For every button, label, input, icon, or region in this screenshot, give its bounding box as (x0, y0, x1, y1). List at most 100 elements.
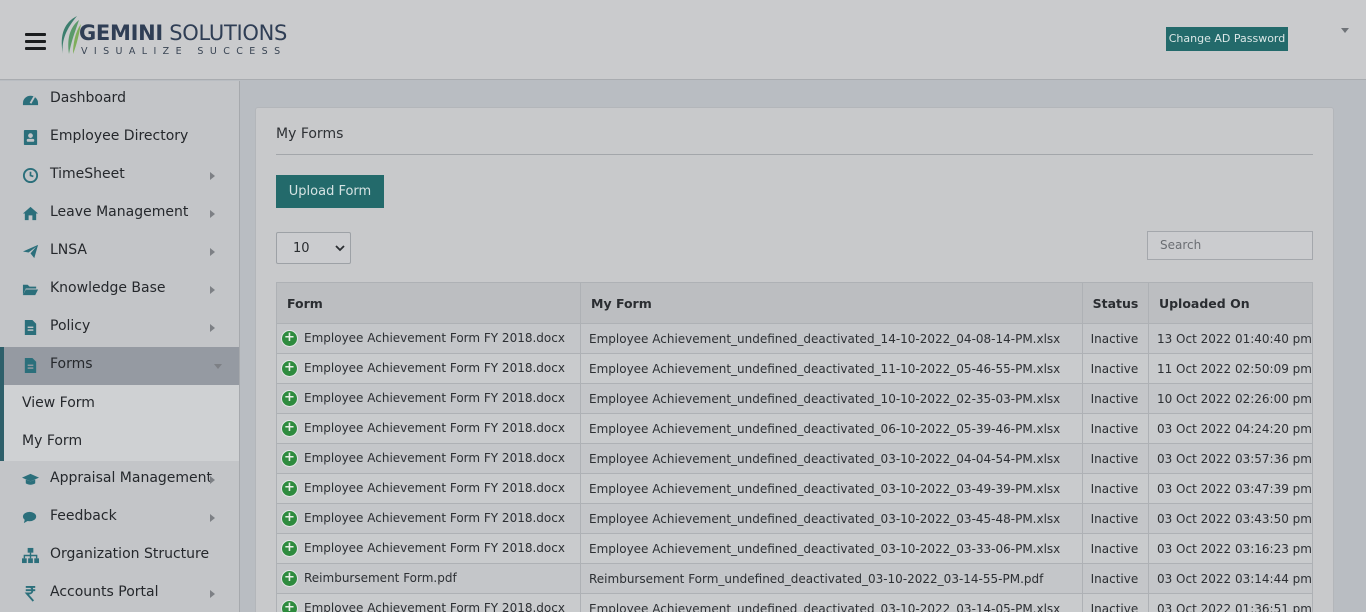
column-header-form[interactable]: Form (276, 282, 581, 324)
hamburger-menu-icon[interactable] (25, 33, 46, 50)
expand-plus-icon[interactable]: + (281, 390, 298, 407)
sidebar-subitem-my-form[interactable]: My Form (0, 423, 239, 461)
my-form-cell: Employee Achievement_undefined_deactivat… (580, 413, 1083, 444)
table-row[interactable]: + Employee Achievement Form FY 2018.docx … (276, 593, 1314, 612)
expand-plus-icon[interactable]: + (281, 600, 298, 612)
expand-plus-icon[interactable]: + (281, 570, 298, 587)
uploaded-on-cell: 13 Oct 2022 01:40:40 pm (1147, 323, 1314, 354)
table-row[interactable]: + Employee Achievement Form FY 2018.docx … (276, 503, 1314, 534)
sidebar-item-timesheet[interactable]: TimeSheet (0, 157, 239, 195)
status-cell: Inactive (1081, 503, 1149, 534)
status-cell: Inactive (1081, 353, 1149, 384)
my-forms-card: My Forms Upload Form 10 Search Form My F… (255, 107, 1334, 612)
sidebar-item-label: Appraisal Management (50, 470, 213, 486)
form-name: Employee Achievement Form FY 2018.docx (304, 451, 565, 465)
column-header-my-form[interactable]: My Form (580, 282, 1083, 324)
sidebar-item-label: LNSA (50, 242, 87, 258)
my-form-cell: Employee Achievement_undefined_deactivat… (580, 503, 1083, 534)
chevron-down-icon (214, 364, 222, 369)
folder-open-icon (22, 284, 39, 296)
table-row[interactable]: + Employee Achievement Form FY 2018.docx … (276, 473, 1314, 504)
chevron-right-icon (210, 476, 215, 484)
sitemap-icon (22, 547, 39, 564)
my-form-cell: Employee Achievement_undefined_deactivat… (580, 353, 1083, 384)
sidebar-item-knowledge-base[interactable]: Knowledge Base (0, 271, 239, 309)
expand-plus-icon[interactable]: + (281, 450, 298, 467)
table-row[interactable]: + Employee Achievement Form FY 2018.docx … (276, 533, 1314, 564)
table-row[interactable]: + Employee Achievement Form FY 2018.docx … (276, 443, 1314, 474)
sidebar-item-label: Leave Management (50, 204, 189, 220)
my-form-cell: Employee Achievement_undefined_deactivat… (580, 383, 1083, 414)
sidebar-subitem-label: My Form (22, 433, 83, 449)
sidebar: Dashboard Employee Directory TimeSheet L… (0, 81, 240, 612)
sidebar-item-label: Policy (50, 318, 91, 334)
expand-plus-icon[interactable]: + (281, 540, 298, 557)
upload-form-button[interactable]: Upload Form (276, 175, 384, 208)
expand-plus-icon[interactable]: + (281, 360, 298, 377)
table-row[interactable]: + Employee Achievement Form FY 2018.docx … (276, 353, 1314, 384)
uploaded-on-cell: 03 Oct 2022 01:36:51 pm (1147, 593, 1314, 612)
form-name: Employee Achievement Form FY 2018.docx (304, 541, 565, 555)
sidebar-item-leave-management[interactable]: Leave Management (0, 195, 239, 233)
form-cell: + Reimbursement Form.pdf (276, 563, 581, 594)
file-icon (24, 357, 37, 374)
logo-wordmark: GEMINI SOLUTIONS (79, 21, 288, 45)
company-logo[interactable]: GEMINI SOLUTIONS VISUALIZE SUCCESS (55, 14, 288, 60)
sidebar-item-label: Dashboard (50, 90, 126, 106)
my-form-cell: Employee Achievement_undefined_deactivat… (580, 443, 1083, 474)
page-length-value: 10 (293, 241, 310, 256)
column-header-status[interactable]: Status (1081, 282, 1149, 324)
sidebar-item-accounts-portal[interactable]: Accounts Portal (0, 575, 239, 612)
logo-tagline: VISUALIZE SUCCESS (81, 46, 287, 57)
form-name: Employee Achievement Form FY 2018.docx (304, 361, 565, 375)
form-cell: + Employee Achievement Form FY 2018.docx (276, 533, 581, 564)
table-row[interactable]: + Employee Achievement Form FY 2018.docx … (276, 383, 1314, 414)
table-row[interactable]: + Employee Achievement Form FY 2018.docx … (276, 413, 1314, 444)
sidebar-item-organization-structure[interactable]: Organization Structure (0, 537, 239, 575)
my-form-cell: Employee Achievement_undefined_deactivat… (580, 593, 1083, 612)
expand-plus-icon[interactable]: + (281, 480, 298, 497)
search-input[interactable]: Search (1147, 231, 1313, 260)
expand-plus-icon[interactable]: + (281, 420, 298, 437)
table-row[interactable]: + Employee Achievement Form FY 2018.docx … (276, 323, 1314, 354)
sidebar-item-lnsa[interactable]: LNSA (0, 233, 239, 271)
status-cell: Inactive (1081, 533, 1149, 564)
uploaded-on-cell: 03 Oct 2022 03:43:50 pm (1147, 503, 1314, 534)
sidebar-item-feedback[interactable]: Feedback (0, 499, 239, 537)
change-ad-password-button[interactable]: Change AD Password (1166, 27, 1288, 51)
sidebar-item-forms[interactable]: Forms (0, 347, 239, 385)
status-cell: Inactive (1081, 473, 1149, 504)
document-icon (24, 319, 37, 336)
sidebar-subitem-label: View Form (22, 395, 95, 411)
status-cell: Inactive (1081, 593, 1149, 612)
sidebar-item-dashboard[interactable]: Dashboard (0, 81, 239, 119)
sidebar-item-label: Organization Structure (50, 546, 210, 562)
divider (276, 154, 1313, 155)
sidebar-item-policy[interactable]: Policy (0, 309, 239, 347)
uploaded-on-cell: 10 Oct 2022 02:26:00 pm (1147, 383, 1314, 414)
form-name: Employee Achievement Form FY 2018.docx (304, 391, 565, 405)
form-name: Employee Achievement Form FY 2018.docx (304, 421, 565, 435)
status-cell: Inactive (1081, 563, 1149, 594)
chevron-down-icon (335, 245, 345, 252)
clock-icon (22, 167, 39, 184)
form-cell: + Employee Achievement Form FY 2018.docx (276, 443, 581, 474)
uploaded-on-cell: 11 Oct 2022 02:50:09 pm (1147, 353, 1314, 384)
home-icon (22, 206, 39, 221)
page-length-select[interactable]: 10 (276, 232, 351, 264)
user-menu-chevron-down-icon[interactable] (1341, 28, 1349, 33)
status-cell: Inactive (1081, 443, 1149, 474)
table-row[interactable]: + Reimbursement Form.pdf Reimbursement Fo… (276, 563, 1314, 594)
column-header-uploaded-on[interactable]: Uploaded On (1147, 282, 1314, 324)
sidebar-item-employee-directory[interactable]: Employee Directory (0, 119, 239, 157)
chevron-right-icon (210, 172, 215, 180)
status-cell: Inactive (1081, 323, 1149, 354)
sidebar-subitem-view-form[interactable]: View Form (0, 385, 239, 423)
expand-plus-icon[interactable]: + (281, 330, 298, 347)
sidebar-item-appraisal-management[interactable]: Appraisal Management (0, 461, 239, 499)
expand-plus-icon[interactable]: + (281, 510, 298, 527)
uploaded-on-cell: 03 Oct 2022 04:24:20 pm (1147, 413, 1314, 444)
uploaded-on-cell: 03 Oct 2022 03:14:44 pm (1147, 563, 1314, 594)
form-name: Employee Achievement Form FY 2018.docx (304, 601, 565, 612)
sidebar-item-label: Forms (50, 356, 93, 372)
